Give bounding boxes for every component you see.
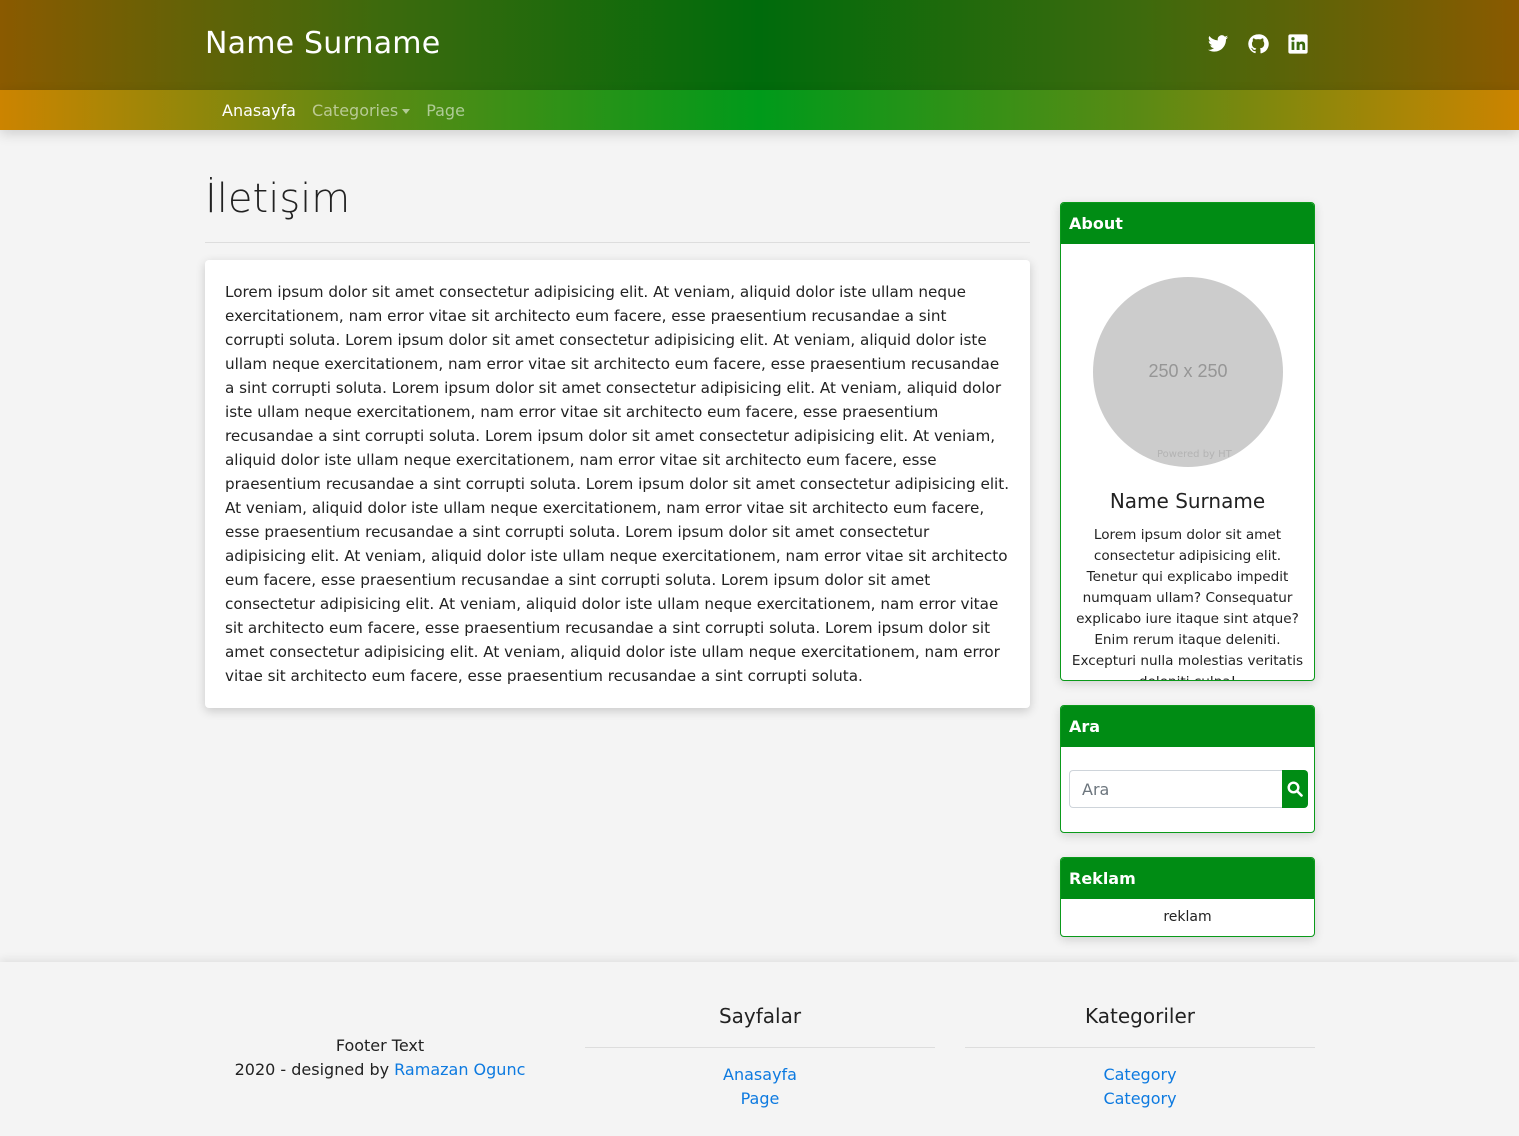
about-text: Lorem ipsum dolor sit amet consectetur a… [1071,527,1304,680]
ad-heading: Reklam [1061,858,1314,899]
about-heading: About [1061,203,1314,244]
content-card: Lorem ipsum dolor sit amet consectetur a… [205,260,1030,708]
avatar-placeholder-text: 250 x 250 [1148,361,1228,381]
about-name: Name Surname [1109,489,1266,513]
footer-pages-heading: Sayfalar [718,1004,802,1028]
footer-link-page[interactable]: Page [585,1087,935,1111]
footer-pages-divider [585,1047,935,1048]
footer-credit-link[interactable]: Ramazan Ogunc [394,1060,525,1079]
about-widget: About 250 x 250 Powered by HT Name Surna… [1060,202,1315,681]
footer-categories-links: Category Category [965,1063,1315,1111]
nav-item-categories[interactable]: Categories [311,100,411,120]
ad-text: reklam [1163,909,1212,925]
search-input[interactable] [1069,770,1282,808]
linkedin-icon [1288,34,1308,54]
github-icon [1248,34,1269,54]
ad-widget: Reklam reklam [1060,857,1315,937]
search-heading: Ara [1061,706,1314,747]
main-navbar: Anasayfa Categories Page [0,90,1519,130]
page-title: İletişim [205,176,351,222]
site-brand[interactable]: Name Surname [205,26,440,61]
search-widget: Ara [1060,705,1315,833]
footer-categories-heading: Kategoriler [1085,1004,1195,1028]
search-icon [1287,781,1303,797]
search-button[interactable] [1282,770,1308,808]
search-form [1069,770,1308,808]
footer-credit-prefix: 2020 - designed by [234,1060,395,1079]
social-links [1207,33,1309,55]
footer-categories-divider [965,1047,1315,1048]
footer-link-category-2[interactable]: Category [965,1087,1315,1111]
footer-pages-links: Anasayfa Page [585,1063,935,1111]
content-text: Lorem ipsum dolor sit amet consectetur a… [225,283,1010,685]
footer-credit: 2020 - designed by Ramazan Ogunc [205,1058,555,1082]
title-divider [205,242,1030,243]
avatar-watermark: Powered by HT [1157,449,1232,460]
twitter-icon [1207,35,1229,52]
chevron-down-icon [402,108,411,114]
avatar: 250 x 250 Powered by HT [1093,277,1283,467]
nav-item-page[interactable]: Page [426,101,465,120]
footer-text-block: Footer Text 2020 - designed by Ramazan O… [205,1034,555,1082]
linkedin-link[interactable] [1287,33,1309,55]
footer-link-anasayfa[interactable]: Anasayfa [585,1063,935,1087]
nav-item-categories-label: Categories [311,100,399,120]
footer-text: Footer Text [335,1036,425,1055]
site-footer: Footer Text 2020 - designed by Ramazan O… [0,962,1519,1136]
footer-link-category-1[interactable]: Category [965,1063,1315,1087]
site-header: Name Surname [0,0,1519,90]
nav-item-anasayfa[interactable]: Anasayfa [222,101,296,120]
github-link[interactable] [1247,33,1269,55]
twitter-link[interactable] [1207,33,1229,55]
nav-menu: Anasayfa Categories Page [222,90,465,130]
